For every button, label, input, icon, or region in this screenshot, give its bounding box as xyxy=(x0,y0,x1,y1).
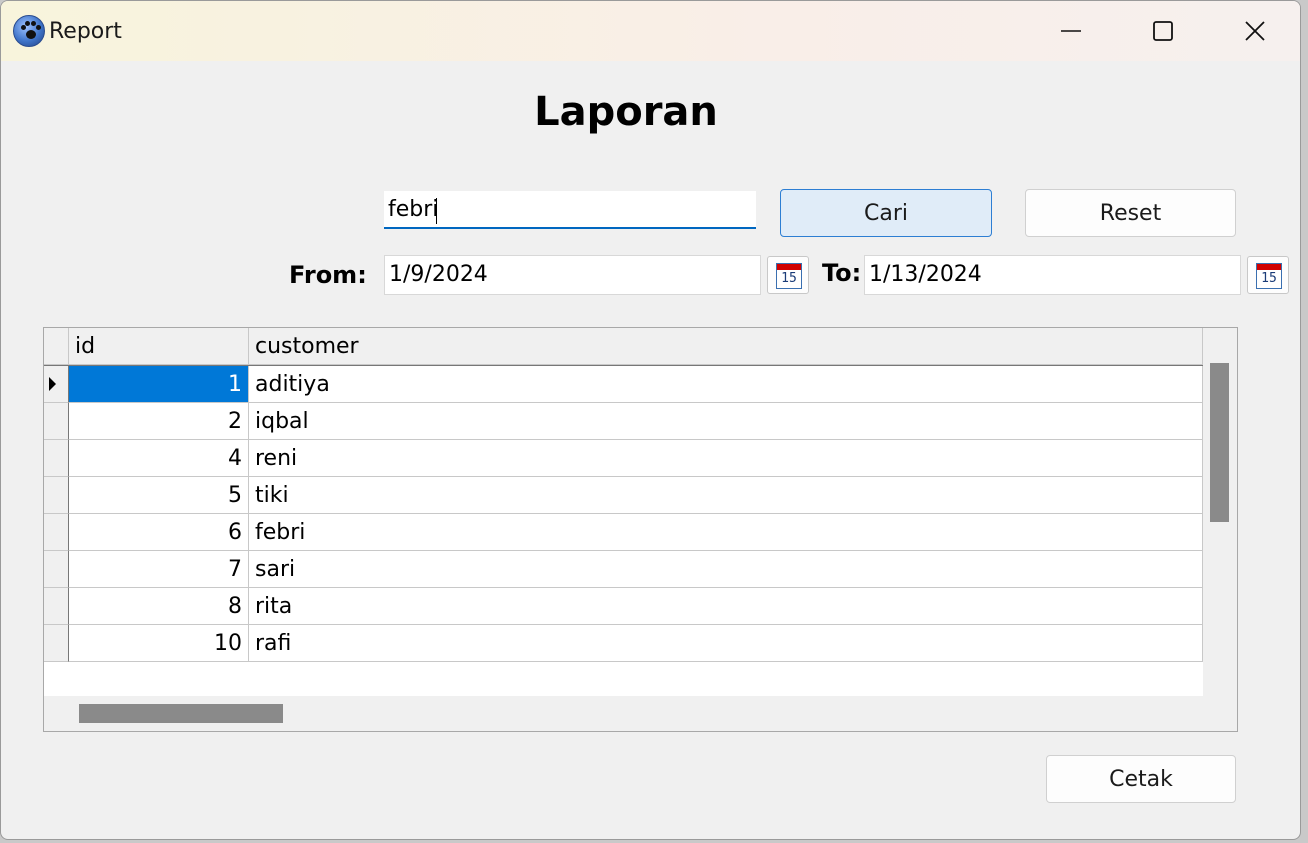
report-window: Report Laporan Cari Reset From: 1/9/2024… xyxy=(0,0,1301,840)
print-button[interactable]: Cetak xyxy=(1046,755,1236,803)
to-calendar-button[interactable]: 15 xyxy=(1247,256,1289,294)
calendar-icon: 15 xyxy=(776,263,802,289)
from-label: From: xyxy=(289,261,367,289)
title-bar[interactable]: Report xyxy=(1,1,1300,61)
cell-id[interactable]: 2 xyxy=(69,403,249,440)
column-header-id[interactable]: id xyxy=(69,328,249,365)
table-row[interactable]: 8 rita xyxy=(44,588,1203,625)
text-caret xyxy=(436,198,437,224)
table-row[interactable]: 10 rafi xyxy=(44,625,1203,662)
cell-id[interactable]: 1 xyxy=(69,366,249,403)
calendar-icon: 15 xyxy=(1256,263,1282,289)
cell-id[interactable]: 8 xyxy=(69,588,249,625)
cell-id[interactable]: 4 xyxy=(69,440,249,477)
row-header[interactable] xyxy=(44,440,69,477)
cell-customer[interactable]: rafi xyxy=(249,625,1203,662)
cell-customer[interactable]: iqbal xyxy=(249,403,1203,440)
minimize-button[interactable] xyxy=(1025,1,1117,61)
from-calendar-button[interactable]: 15 xyxy=(767,256,809,294)
table-row[interactable]: 2 iqbal xyxy=(44,403,1203,440)
cell-id[interactable]: 5 xyxy=(69,477,249,514)
search-button[interactable]: Cari xyxy=(780,189,992,237)
grid-header: id customer xyxy=(44,328,1203,366)
cell-customer[interactable]: reni xyxy=(249,440,1203,477)
close-icon xyxy=(1245,21,1265,41)
to-label: To: xyxy=(822,259,862,287)
cell-customer[interactable]: sari xyxy=(249,551,1203,588)
close-button[interactable] xyxy=(1209,1,1300,61)
row-header[interactable] xyxy=(44,514,69,551)
maximize-button[interactable] xyxy=(1117,1,1209,61)
table-row[interactable]: 1 aditiya xyxy=(44,366,1203,403)
maximize-icon xyxy=(1153,21,1173,41)
calendar-icon-day: 15 xyxy=(781,271,797,286)
report-data-grid[interactable]: id customer 1 aditiya 2 iqbal 4 reni 5 tiki 6 feb… xyxy=(43,327,1238,732)
row-header[interactable] xyxy=(44,625,69,662)
cell-id[interactable]: 6 xyxy=(69,514,249,551)
table-row[interactable]: 7 sari xyxy=(44,551,1203,588)
horizontal-scrollbar[interactable] xyxy=(79,704,283,723)
cell-id[interactable]: 10 xyxy=(69,625,249,662)
row-header[interactable] xyxy=(44,588,69,625)
current-row-arrow-icon xyxy=(49,377,56,391)
table-row[interactable]: 6 febri xyxy=(44,514,1203,551)
from-date-picker[interactable]: 1/9/2024 xyxy=(384,255,761,295)
cell-customer[interactable]: tiki xyxy=(249,477,1203,514)
table-row[interactable]: 4 reni xyxy=(44,440,1203,477)
paw-icon xyxy=(13,15,45,47)
cell-customer[interactable]: aditiya xyxy=(249,366,1203,403)
column-header-customer[interactable]: customer xyxy=(249,328,1203,365)
page-title: Laporan xyxy=(534,89,718,135)
row-header[interactable] xyxy=(44,551,69,588)
calendar-icon-day: 15 xyxy=(1261,271,1277,286)
vertical-scrollbar[interactable] xyxy=(1210,363,1229,522)
grid-body: id customer 1 aditiya 2 iqbal 4 reni 5 tiki 6 feb… xyxy=(44,328,1203,696)
minimize-icon xyxy=(1061,30,1081,32)
reset-button[interactable]: Reset xyxy=(1025,189,1236,237)
row-header[interactable] xyxy=(44,366,69,403)
window-title: Report xyxy=(49,19,122,44)
table-row[interactable]: 5 tiki xyxy=(44,477,1203,514)
row-header[interactable] xyxy=(44,403,69,440)
cell-customer[interactable]: febri xyxy=(249,514,1203,551)
to-date-picker[interactable]: 1/13/2024 xyxy=(864,255,1241,295)
row-header[interactable] xyxy=(44,477,69,514)
search-input[interactable] xyxy=(384,191,756,229)
row-header-corner[interactable] xyxy=(44,328,69,365)
cell-id[interactable]: 7 xyxy=(69,551,249,588)
cell-customer[interactable]: rita xyxy=(249,588,1203,625)
